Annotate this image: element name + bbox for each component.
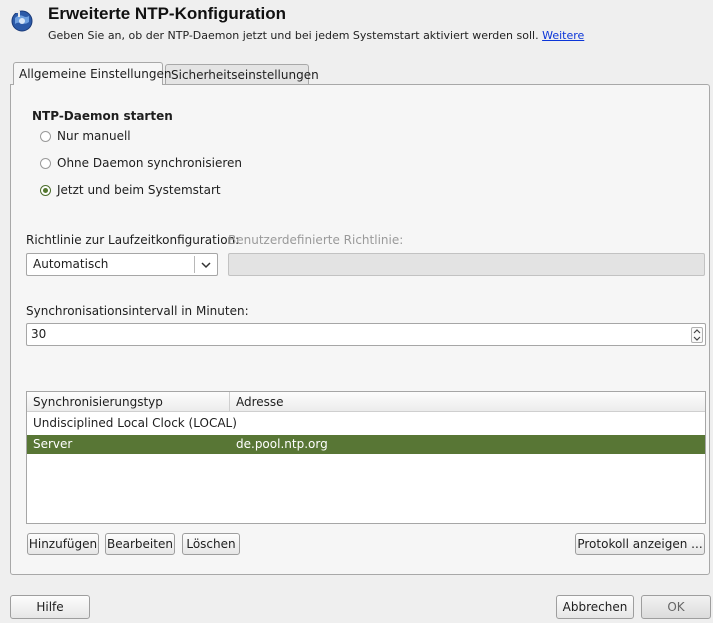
- custom-policy-label: Benutzerdefinierte Richtlinie:: [228, 233, 404, 247]
- show-log-button[interactable]: Protokoll anzeigen ...: [575, 533, 705, 555]
- subtitle-text: Geben Sie an, ob der NTP-Daemon jetzt un…: [48, 29, 539, 42]
- radio-button-selected[interactable]: [40, 184, 51, 196]
- help-button[interactable]: Hilfe: [10, 595, 90, 619]
- radio-button[interactable]: [40, 130, 51, 142]
- server-table[interactable]: Synchronisierungstyp Adresse Undisciplin…: [26, 391, 706, 524]
- tab-security-settings[interactable]: Sicherheitseinstellungen: [165, 64, 319, 84]
- tab-security-label: Sicherheitseinstellungen: [171, 68, 319, 82]
- radio-now-and-boot[interactable]: Jetzt und beim Systemstart: [40, 183, 221, 197]
- yast-ntp-icon: [10, 8, 34, 32]
- cell-type: Undisciplined Local Clock (LOCAL): [33, 416, 237, 430]
- radio-label: Jetzt und beim Systemstart: [57, 183, 221, 197]
- combo-separator: [194, 256, 195, 273]
- radio-label: Ohne Daemon synchronisieren: [57, 156, 243, 170]
- policy-select-value: Automatisch: [33, 257, 109, 271]
- daemon-heading: NTP-Daemon starten: [32, 109, 173, 123]
- page-subtitle: Geben Sie an, ob der NTP-Daemon jetzt un…: [48, 29, 584, 42]
- cell-address: de.pool.ntp.org: [236, 437, 328, 451]
- spin-updown-icon[interactable]: [691, 327, 703, 343]
- ok-button[interactable]: OK: [641, 595, 711, 619]
- radio-button[interactable]: [40, 157, 51, 169]
- interval-label: Synchronisationsintervall in Minuten:: [26, 304, 249, 318]
- cell-type: Server: [33, 437, 73, 451]
- column-header-type[interactable]: Synchronisierungstyp: [27, 392, 230, 412]
- interval-value: 30: [31, 327, 47, 341]
- policy-select[interactable]: Automatisch: [26, 253, 218, 276]
- table-row[interactable]: Undisciplined Local Clock (LOCAL): [27, 414, 705, 433]
- delete-button[interactable]: Löschen: [182, 533, 240, 555]
- chevron-down-icon: [200, 259, 212, 274]
- radio-manual[interactable]: Nur manuell: [40, 129, 131, 143]
- edit-button[interactable]: Bearbeiten: [105, 533, 175, 555]
- interval-spinbox[interactable]: 30: [26, 323, 706, 346]
- table-row-selected[interactable]: Server de.pool.ntp.org: [27, 435, 705, 454]
- column-header-address[interactable]: Adresse: [230, 392, 705, 412]
- page-title: Erweiterte NTP-Konfiguration: [48, 4, 287, 23]
- more-link[interactable]: Weitere: [542, 29, 584, 42]
- custom-policy-input[interactable]: [228, 253, 705, 276]
- cancel-button[interactable]: Abbrechen: [556, 595, 634, 619]
- add-button[interactable]: Hinzufügen: [27, 533, 99, 555]
- radio-label: Nur manuell: [57, 129, 131, 143]
- tab-general-label: Allgemeine Einstellungen: [19, 67, 172, 81]
- tab-general-settings[interactable]: Allgemeine Einstellungen: [13, 62, 171, 85]
- policy-label: Richtlinie zur Laufzeitkonfiguration:: [26, 233, 240, 247]
- radio-sync-without-daemon[interactable]: Ohne Daemon synchronisieren: [40, 156, 242, 170]
